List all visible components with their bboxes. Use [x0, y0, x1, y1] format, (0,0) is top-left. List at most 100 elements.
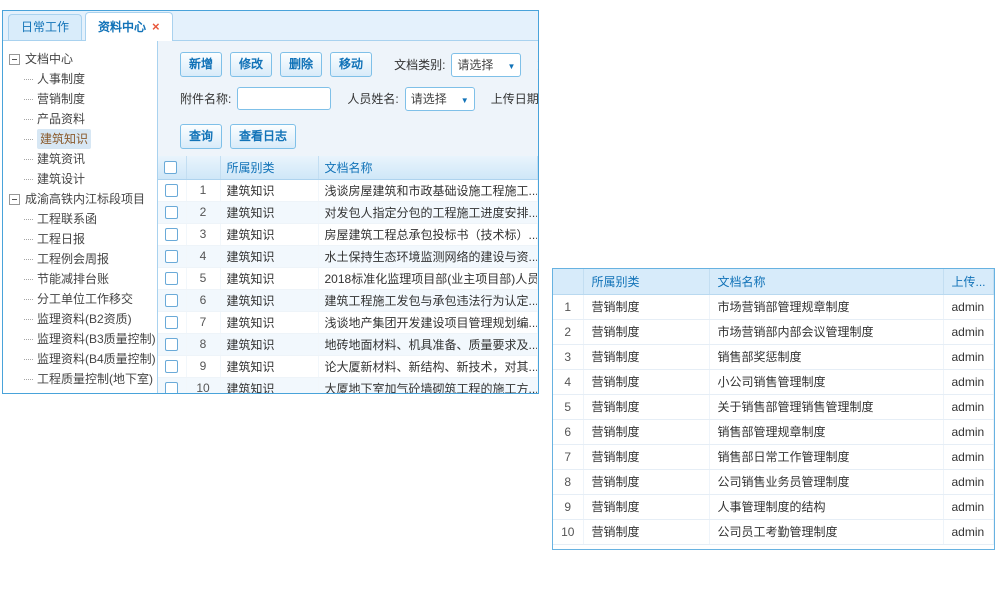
table-row[interactable]: 1 营销制度 市场营销部管理规章制度 admin: [553, 294, 994, 319]
tree-node-railway-project[interactable]: 成渝高铁内江标段项目: [9, 189, 155, 209]
document-grid: 所属别类 文档名称 1 建筑知识 浅谈房屋建筑和市政基础设施工程施工...: [158, 156, 538, 393]
row-checkbox[interactable]: [165, 228, 178, 241]
table-row[interactable]: 6 营销制度 销售部管理规章制度 admin: [553, 419, 994, 444]
row-checkbox[interactable]: [165, 382, 178, 393]
table-row[interactable]: 9 建筑知识 论大厦新材料、新结构、新技术，对其...: [158, 355, 538, 377]
tree-node[interactable]: 分工单位工作移交: [9, 289, 155, 309]
row-checkbox[interactable]: [165, 272, 178, 285]
tree-node[interactable]: 监理资料(B4质量控制): [9, 349, 155, 369]
category-cell: 营销制度: [583, 294, 709, 319]
select-all-checkbox[interactable]: [164, 161, 177, 174]
uploader-cell: admin: [943, 394, 994, 419]
table-row[interactable]: 4 营销制度 小公司销售管理制度 admin: [553, 369, 994, 394]
tree-branch-line: [24, 179, 33, 180]
category-cell: 建筑知识: [220, 311, 318, 333]
edit-button[interactable]: 修改: [230, 52, 272, 77]
tab-label: 资料中心: [98, 20, 146, 34]
table-row[interactable]: 8 营销制度 公司销售业务员管理制度 admin: [553, 469, 994, 494]
tree-node[interactable]: 人事制度: [9, 69, 155, 89]
column-header-docname[interactable]: 文档名称: [318, 156, 538, 179]
checkbox-cell: [158, 245, 186, 267]
table-row[interactable]: 7 营销制度 销售部日常工作管理制度 admin: [553, 444, 994, 469]
uploader-cell: admin: [943, 494, 994, 519]
close-icon[interactable]: ×: [152, 19, 160, 34]
table-row[interactable]: 2 建筑知识 对发包人指定分包的工程施工进度安排...: [158, 201, 538, 223]
add-button[interactable]: 新增: [180, 52, 222, 77]
tree-node[interactable]: 营销制度: [9, 89, 155, 109]
category-cell: 营销制度: [583, 319, 709, 344]
table-row[interactable]: 10 建筑知识 大厦地下室加气砼墙砌筑工程的施工方...: [158, 377, 538, 393]
tree-node[interactable]: 工程日报: [9, 229, 155, 249]
move-button[interactable]: 移动: [330, 52, 372, 77]
tree-node[interactable]: 监理资料(B2资质): [9, 309, 155, 329]
docname-cell: 公司员工考勤管理制度: [709, 519, 943, 544]
tree-node-construction-knowledge[interactable]: 建筑知识: [9, 129, 155, 149]
filter-panel: 新增 修改 删除 移动 文档类别: 请选择 文档名称: 附件名称:: [158, 41, 538, 156]
row-checkbox[interactable]: [165, 250, 178, 263]
table-row[interactable]: 6 建筑知识 建筑工程施工发包与承包违法行为认定...: [158, 289, 538, 311]
table-row[interactable]: 2 营销制度 市场营销部内部会议管理制度 admin: [553, 319, 994, 344]
row-number: 2: [553, 319, 583, 344]
checkbox-cell: [158, 223, 186, 245]
tree-node[interactable]: 工程例会周报: [9, 249, 155, 269]
docname-cell: 浅谈地产集团开发建设项目管理规划编...: [318, 311, 538, 333]
category-cell: 营销制度: [583, 344, 709, 369]
tree-node[interactable]: 节能减排台账: [9, 269, 155, 289]
tree-node-doc-center[interactable]: 文档中心: [9, 49, 155, 69]
category-cell: 营销制度: [583, 469, 709, 494]
row-number: 5: [553, 394, 583, 419]
table-row[interactable]: 7 建筑知识 浅谈地产集团开发建设项目管理规划编...: [158, 311, 538, 333]
uploader-cell: admin: [943, 319, 994, 344]
row-checkbox[interactable]: [165, 184, 178, 197]
row-number-header: [186, 156, 220, 179]
table-row[interactable]: 5 营销制度 关于销售部管理销售管理制度 admin: [553, 394, 994, 419]
upload-date-label: 上传日期: [491, 90, 538, 107]
tree-branch-line: [24, 159, 33, 160]
table-row[interactable]: 3 建筑知识 房屋建筑工程总承包投标书（技术标）...: [158, 223, 538, 245]
table-row[interactable]: 10 营销制度 公司员工考勤管理制度 admin: [553, 519, 994, 544]
tree-node[interactable]: 工程质量控制(地下室): [9, 369, 155, 389]
collapse-icon[interactable]: [9, 54, 20, 65]
row-checkbox[interactable]: [165, 294, 178, 307]
window-content: 文档中心 人事制度 营销制度 产品资料 建筑知识 建筑资讯 建筑设计 成渝高铁内…: [3, 41, 538, 393]
person-name-select[interactable]: 请选择: [405, 87, 475, 111]
selected-value: 请选择: [457, 56, 493, 73]
row-number: 6: [553, 419, 583, 444]
table-row[interactable]: 9 营销制度 人事管理制度的结构 admin: [553, 494, 994, 519]
row-checkbox[interactable]: [165, 360, 178, 373]
table-row[interactable]: 8 建筑知识 地砖地面材料、机具准备、质量要求及...: [158, 333, 538, 355]
table-row[interactable]: 1 建筑知识 浅谈房屋建筑和市政基础设施工程施工...: [158, 179, 538, 201]
toolbar-row: 新增 修改 删除 移动 文档类别: 请选择 文档名称:: [180, 52, 538, 77]
column-header-uploader[interactable]: 上传...: [943, 269, 994, 294]
row-number-header: [553, 269, 583, 294]
doc-category-select[interactable]: 请选择: [451, 53, 521, 77]
tab-daily-work[interactable]: 日常工作: [8, 14, 82, 40]
tree-node[interactable]: 建筑设计: [9, 169, 155, 189]
column-header-category[interactable]: 所属别类: [220, 156, 318, 179]
row-checkbox[interactable]: [165, 206, 178, 219]
tree-node[interactable]: 工程联系函: [9, 209, 155, 229]
row-checkbox[interactable]: [165, 338, 178, 351]
tree-node[interactable]: 产品资料: [9, 109, 155, 129]
collapse-icon[interactable]: [9, 194, 20, 205]
table-row[interactable]: 4 建筑知识 水土保持生态环境监测网络的建设与资...: [158, 245, 538, 267]
tab-data-center[interactable]: 资料中心 ×: [85, 12, 173, 41]
query-button[interactable]: 查询: [180, 124, 222, 149]
delete-button[interactable]: 删除: [280, 52, 322, 77]
tree-node[interactable]: 建筑资讯: [9, 149, 155, 169]
tab-label: 日常工作: [21, 20, 69, 34]
attachment-name-input[interactable]: [237, 87, 331, 110]
column-header-category[interactable]: 所属别类: [583, 269, 709, 294]
uploader-cell: admin: [943, 344, 994, 369]
docname-cell: 大厦地下室加气砼墙砌筑工程的施工方...: [318, 377, 538, 393]
main-panel: 新增 修改 删除 移动 文档类别: 请选择 文档名称: 附件名称:: [158, 41, 538, 393]
doc-name-label: 文档名称:: [537, 56, 538, 73]
column-header-docname[interactable]: 文档名称: [709, 269, 943, 294]
table-row[interactable]: 3 营销制度 销售部奖惩制度 admin: [553, 344, 994, 369]
tree-node[interactable]: 监理资料(B3质量控制): [9, 329, 155, 349]
view-log-button[interactable]: 查看日志: [230, 124, 296, 149]
row-checkbox[interactable]: [165, 316, 178, 329]
table-row[interactable]: 5 建筑知识 2018标准化监理项目部(业主项目部)人员...: [158, 267, 538, 289]
person-name-label: 人员姓名:: [347, 90, 398, 107]
tree-branch-line: [24, 359, 33, 360]
